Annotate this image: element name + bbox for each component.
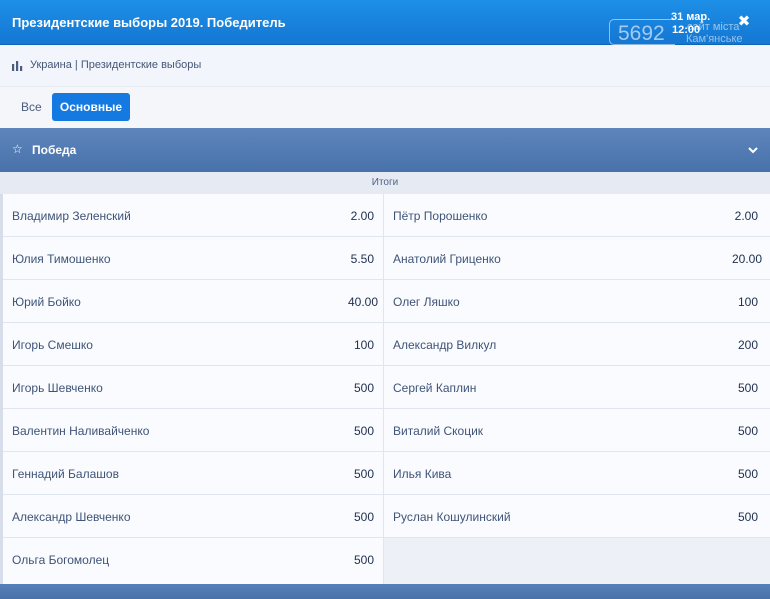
outcome-name: Сергей Каплин [393, 381, 477, 395]
outcome-name: Игорь Смешко [12, 338, 93, 352]
modal-title: Президентские выборы 2019. Победитель [12, 15, 286, 30]
outcome-name: Ольга Богомолец [12, 553, 110, 567]
breadcrumb: Украина | Президентские выборы [0, 45, 770, 87]
tab-all[interactable]: Все [12, 94, 52, 121]
outcome-right-3[interactable]: Александр Вилкул 200 [384, 323, 770, 365]
outcome-odd: 100 [353, 338, 374, 352]
outcome-name: Александр Вилкул [393, 338, 497, 352]
outcome-left-4[interactable]: Игорь Шевченко 500 [3, 366, 383, 408]
outcome-odd: 20.00 [731, 252, 762, 266]
outcome-odd: 2.00 [734, 209, 758, 223]
outcome-right-7[interactable]: Руслан Кошулинский 500 [384, 495, 770, 537]
outcome-name: Геннадий Балашов [12, 467, 119, 481]
outcome-name: Виталий Скоцик [393, 424, 484, 438]
outcome-name: Владимир Зеленский [12, 209, 131, 223]
outcome-name: Пётр Порошенко [393, 209, 488, 223]
event-date: 31 мар. [671, 11, 711, 23]
event-time: 12:00 [672, 24, 701, 36]
outcome-right-5[interactable]: Виталий Скоцик 500 [384, 409, 770, 451]
outcome-odd: 40.00 [347, 295, 378, 309]
outcome-name: Олег Ляшко [393, 295, 460, 309]
outcome-left-7[interactable]: Александр Шевченко 500 [3, 495, 383, 537]
outcome-odd: 500 [353, 510, 374, 524]
outcome-odd: 500 [737, 467, 758, 481]
filter-tabs: Все Основные [0, 87, 770, 128]
outcome-odd: 100 [737, 295, 758, 309]
odds-grid: Владимир Зеленский 2.00 Юлия Тимошенко 5… [3, 194, 770, 584]
outcome-right-4[interactable]: Сергей Каплин 500 [384, 366, 770, 408]
next-section-header [0, 584, 770, 599]
outcome-right-6[interactable]: Илья Кива 500 [384, 452, 770, 494]
outcome-name: Анатолий Гриценко [393, 252, 501, 266]
outcome-left-2[interactable]: Юрий Бойко 40.00 [3, 280, 383, 322]
bar-chart-icon [12, 61, 23, 71]
outcome-name: Игорь Шевченко [12, 381, 103, 395]
tab-main[interactable]: Основные [52, 93, 130, 121]
outcome-name: Руслан Кошулинский [393, 510, 511, 524]
market-section-header[interactable]: ☆ Победа [0, 128, 770, 172]
outcome-odd: 2.00 [350, 209, 374, 223]
outcome-left-0[interactable]: Владимир Зеленский 2.00 [3, 194, 383, 236]
outcome-odd: 500 [737, 381, 758, 395]
outcome-odd: 500 [737, 510, 758, 524]
outcome-odd: 200 [737, 338, 758, 352]
outcome-right-2[interactable]: Олег Ляшко 100 [384, 280, 770, 322]
outcome-left-5[interactable]: Валентин Наливайченко 500 [3, 409, 383, 451]
empty-cell [384, 538, 770, 584]
breadcrumb-text[interactable]: Украина | Президентские выборы [30, 59, 201, 71]
outcome-right-0[interactable]: Пётр Порошенко 2.00 [384, 194, 770, 236]
watermark-number: 5692 [618, 22, 665, 45]
chevron-down-icon[interactable] [747, 144, 759, 156]
outcome-odd: 500 [353, 424, 374, 438]
outcome-left-1[interactable]: Юлия Тимошенко 5.50 [3, 237, 383, 279]
outcome-odd: 5.50 [350, 252, 374, 266]
modal-header: Президентские выборы 2019. Победитель 56… [0, 0, 770, 45]
outcome-name: Илья Кива [393, 467, 452, 481]
outcome-left-3[interactable]: Игорь Смешко 100 [3, 323, 383, 365]
outcome-odd: 500 [353, 553, 374, 567]
outcome-name: Юрий Бойко [12, 295, 81, 309]
outcome-odd: 500 [353, 381, 374, 395]
market-subheader: Итоги [0, 172, 770, 194]
outcome-name: Юлия Тимошенко [12, 252, 111, 266]
market-title: Победа [32, 143, 77, 157]
star-outline-icon[interactable]: ☆ [12, 142, 23, 156]
outcome-name: Валентин Наливайченко [12, 424, 150, 438]
outcome-name: Александр Шевченко [12, 510, 131, 524]
outcome-odd: 500 [353, 467, 374, 481]
close-icon[interactable]: ✖ [736, 14, 752, 30]
outcome-odd: 500 [737, 424, 758, 438]
outcome-left-6[interactable]: Геннадий Балашов 500 [3, 452, 383, 494]
outcome-right-1[interactable]: Анатолий Гриценко 20.00 [384, 237, 770, 279]
outcome-left-8[interactable]: Ольга Богомолец 500 [3, 538, 383, 584]
